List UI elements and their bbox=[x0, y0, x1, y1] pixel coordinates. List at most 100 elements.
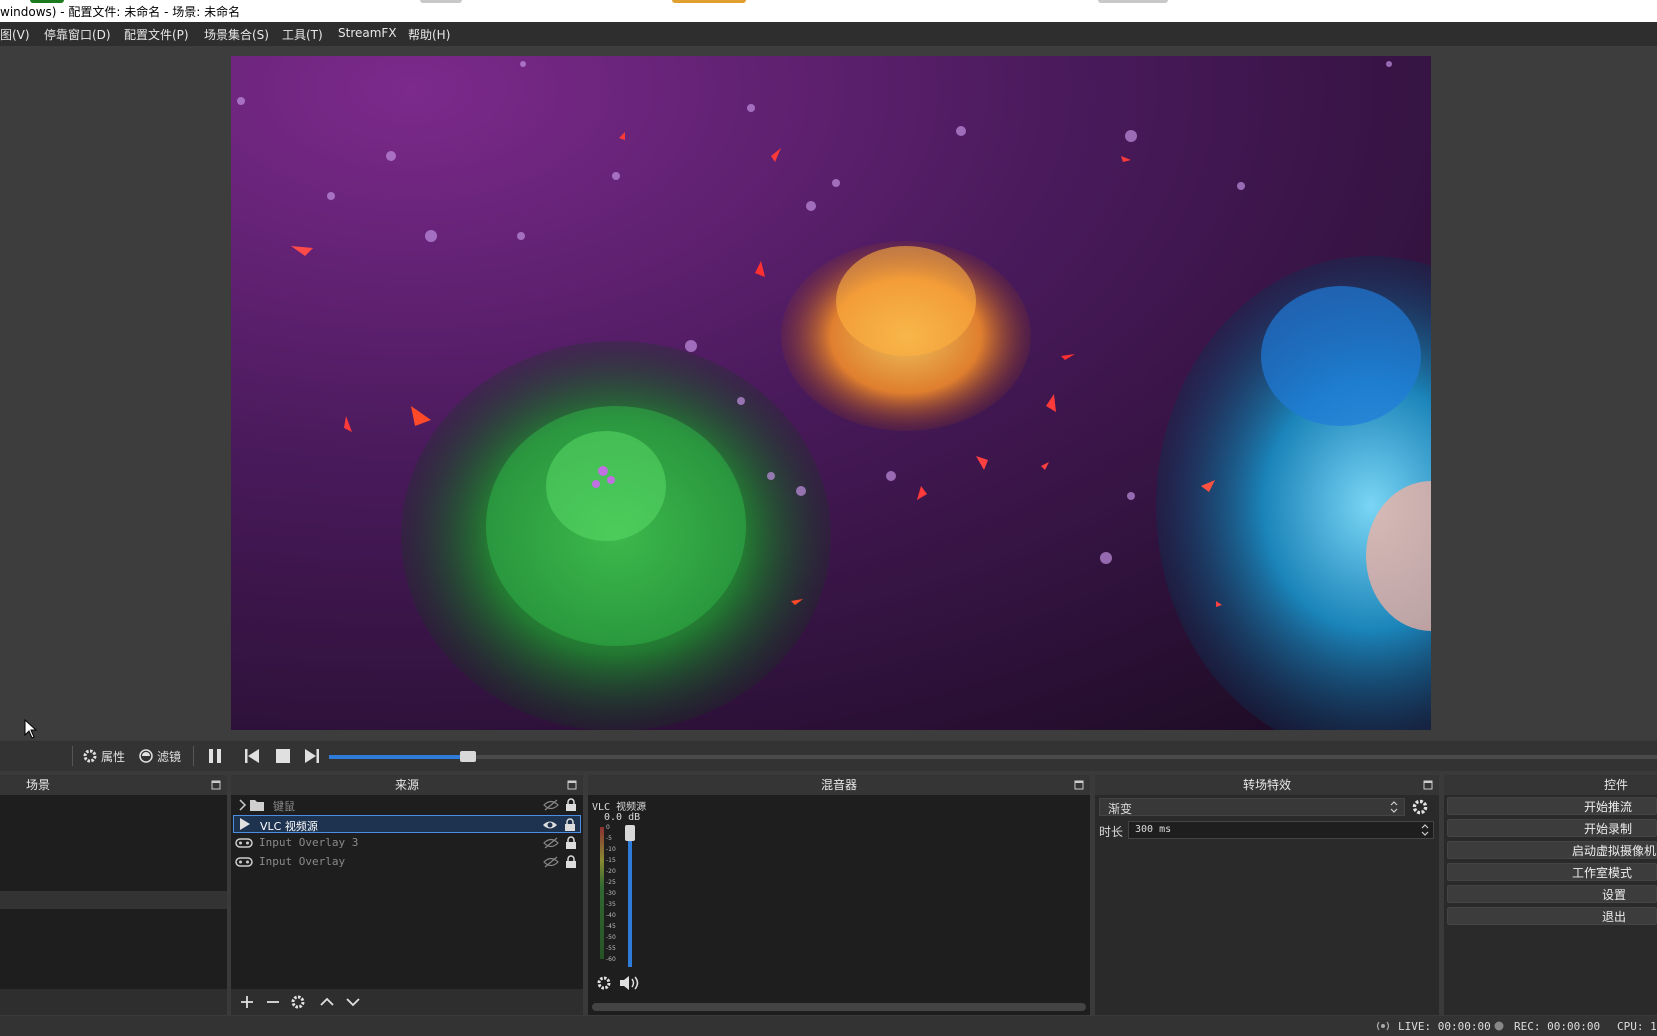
menu-help[interactable]: 帮助(H) bbox=[408, 26, 450, 43]
eye-hidden-icon[interactable] bbox=[543, 799, 559, 811]
start-streaming-button[interactable]: 开始推流 bbox=[1447, 797, 1657, 815]
source-item-input-overlay-3[interactable]: Input Overlay 3 bbox=[233, 834, 581, 852]
transition-selected: 渐变 bbox=[1108, 802, 1133, 816]
scenes-toolbar bbox=[0, 989, 227, 1015]
transitions-body: 渐变 时长 300 ms bbox=[1095, 795, 1439, 1015]
source-control-bar: 属性 滤镜 bbox=[0, 741, 1657, 771]
source-item-input-overlay[interactable]: Input Overlay bbox=[233, 853, 581, 871]
sources-dock: 来源 键鼠 VLC 视频源 Input Overlay 3 Input Over… bbox=[231, 775, 583, 1015]
lock-icon[interactable] bbox=[565, 798, 577, 812]
menu-streamfx[interactable]: StreamFX bbox=[338, 26, 397, 40]
lock-icon[interactable] bbox=[565, 855, 577, 869]
move-down-icon[interactable] bbox=[345, 994, 361, 1010]
lock-icon[interactable] bbox=[565, 836, 577, 850]
preview-workspace bbox=[0, 46, 1657, 740]
transition-select[interactable]: 渐变 bbox=[1099, 798, 1405, 816]
rec-timer: REC: 00:00:00 bbox=[1514, 1020, 1601, 1033]
sources-list[interactable]: 键鼠 VLC 视频源 Input Overlay 3 Input Overlay bbox=[231, 795, 583, 1015]
undock-icon[interactable] bbox=[1074, 780, 1084, 790]
move-up-icon[interactable] bbox=[319, 994, 335, 1010]
start-recording-button[interactable]: 开始录制 bbox=[1447, 819, 1657, 837]
scene-row[interactable] bbox=[0, 891, 227, 909]
properties-button[interactable]: 属性 bbox=[82, 747, 125, 765]
duration-label: 时长 bbox=[1099, 825, 1124, 839]
menu-view[interactable]: 图(V) bbox=[0, 26, 30, 43]
media-seek-slider[interactable] bbox=[329, 751, 1657, 762]
window-titlebar: windows) - 配置文件: 未命名 - 场景: 未命名 bbox=[0, 0, 1657, 22]
undock-icon[interactable] bbox=[1423, 780, 1433, 790]
gear-icon[interactable] bbox=[290, 994, 306, 1010]
menu-tools[interactable]: 工具(T) bbox=[282, 26, 323, 43]
play-icon bbox=[240, 818, 250, 830]
filter-icon bbox=[139, 749, 153, 763]
seek-progress-fill bbox=[329, 755, 462, 759]
chevron-updown-icon bbox=[1390, 801, 1398, 813]
volume-slider[interactable] bbox=[625, 825, 635, 967]
eye-icon[interactable] bbox=[542, 819, 558, 831]
gear-icon[interactable] bbox=[1411, 798, 1429, 816]
eye-hidden-icon[interactable] bbox=[543, 837, 559, 849]
meter-tick-label: -40 bbox=[606, 912, 616, 919]
taskbar-app-icon[interactable] bbox=[672, 0, 746, 3]
menu-scene-collection[interactable]: 场景集合(S) bbox=[204, 26, 269, 43]
mixer-level-readout: 0.0 dB bbox=[604, 812, 641, 823]
volume-slider-handle[interactable] bbox=[625, 825, 635, 841]
scenes-dock-header: 场景 bbox=[0, 775, 227, 795]
source-item-group[interactable]: 键鼠 bbox=[233, 796, 581, 814]
transitions-title: 转场特效 bbox=[1242, 778, 1291, 792]
spin-arrows-icon[interactable] bbox=[1420, 822, 1430, 838]
start-virtual-camera-button[interactable]: 启动虚拟摄像机 bbox=[1447, 841, 1657, 859]
meter-tick-label: -25 bbox=[606, 879, 616, 886]
mouse-cursor-icon bbox=[24, 719, 38, 739]
chevron-right-icon[interactable] bbox=[237, 799, 249, 811]
duration-value: 300 ms bbox=[1135, 824, 1172, 835]
meter-tick-label: -35 bbox=[606, 901, 616, 908]
meter-tick-label: -30 bbox=[606, 890, 616, 897]
remove-icon[interactable] bbox=[265, 994, 281, 1010]
menu-docks[interactable]: 停靠窗口(D) bbox=[44, 26, 111, 43]
source-label: Input Overlay 3 bbox=[259, 836, 359, 849]
speaker-icon[interactable] bbox=[618, 974, 642, 992]
add-icon[interactable] bbox=[239, 994, 255, 1010]
taskbar-app-icon[interactable] bbox=[30, 0, 64, 3]
next-icon[interactable] bbox=[303, 747, 321, 765]
source-label: Input Overlay bbox=[259, 855, 346, 868]
source-item-vlc[interactable]: VLC 视频源 bbox=[233, 815, 581, 833]
live-timer: LIVE: 00:00:00 bbox=[1398, 1020, 1491, 1033]
meter-tick-label: -20 bbox=[606, 868, 616, 875]
mixer-title: 混音器 bbox=[820, 778, 857, 792]
controls-dock: 控件 开始推流 开始录制 启动虚拟摄像机 工作室模式 设置 退出 bbox=[1444, 775, 1657, 1015]
folder-icon bbox=[250, 800, 264, 811]
taskbar-app-icon[interactable] bbox=[420, 0, 462, 3]
transitions-dock: 转场特效 渐变 时长 300 ms bbox=[1095, 775, 1439, 1015]
studio-mode-button[interactable]: 工作室模式 bbox=[1447, 863, 1657, 881]
mixer-dock: 混音器 VLC 视频源 0.0 dB 0 -5 -10 -15 -20 -25 … bbox=[588, 775, 1090, 1015]
gear-icon[interactable] bbox=[596, 975, 612, 991]
controls-title: 控件 bbox=[1604, 778, 1629, 792]
previous-icon[interactable] bbox=[243, 747, 261, 765]
eye-hidden-icon[interactable] bbox=[543, 856, 559, 868]
menu-profile[interactable]: 配置文件(P) bbox=[124, 26, 189, 43]
preview-canvas[interactable] bbox=[231, 56, 1431, 730]
exit-button[interactable]: 退出 bbox=[1447, 907, 1657, 925]
stop-icon[interactable] bbox=[274, 747, 292, 765]
properties-label: 属性 bbox=[101, 749, 126, 764]
settings-button[interactable]: 设置 bbox=[1447, 885, 1657, 903]
window-title: windows) - 配置文件: 未命名 - 场景: 未命名 bbox=[0, 5, 241, 19]
taskbar-app-icon[interactable] bbox=[1098, 0, 1168, 3]
gear-icon bbox=[83, 749, 97, 763]
broadcast-icon bbox=[1376, 1021, 1390, 1031]
meter-tick-label: 0 bbox=[606, 824, 610, 831]
undock-icon[interactable] bbox=[567, 780, 577, 790]
pause-icon[interactable] bbox=[206, 747, 224, 765]
seek-handle[interactable] bbox=[459, 751, 476, 762]
duration-spinbox[interactable]: 300 ms bbox=[1128, 821, 1434, 839]
scenes-list[interactable] bbox=[0, 795, 227, 1015]
mixer-channel-name: VLC 视频源 bbox=[592, 802, 647, 813]
source-label: 键鼠 bbox=[273, 800, 295, 813]
filters-button[interactable]: 滤镜 bbox=[138, 747, 181, 765]
mixer-scrollbar[interactable] bbox=[592, 1003, 1086, 1011]
undock-icon[interactable] bbox=[211, 780, 221, 790]
lock-icon[interactable] bbox=[564, 818, 576, 832]
separator bbox=[193, 746, 194, 766]
